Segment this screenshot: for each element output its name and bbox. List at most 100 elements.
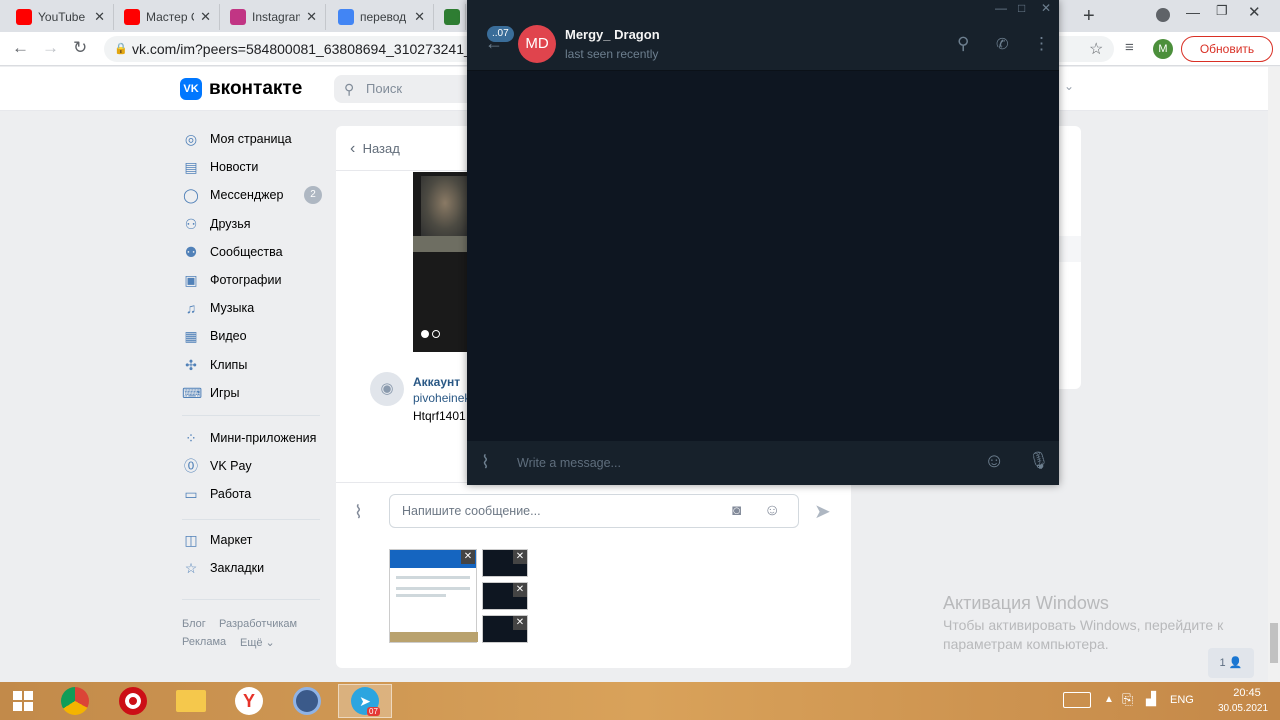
send-icon[interactable]: ➤ — [814, 499, 831, 524]
sidebar-item-vk-pay[interactable]: ⓪ VK Pay — [182, 454, 252, 478]
network-icon[interactable]: ⎘ — [1122, 691, 1133, 708]
microphone-icon[interactable]: 🎙 — [1028, 451, 1050, 471]
paperclip-icon[interactable]: ⌇ — [354, 502, 363, 523]
avatar[interactable]: M — [1153, 39, 1173, 59]
search-icon[interactable]: ⚲ — [957, 34, 969, 54]
bookmarks-icon: ☆ — [184, 560, 198, 577]
work-icon: ▭ — [184, 486, 198, 503]
back-button[interactable]: ‹ Назад — [350, 140, 400, 158]
taskbar-chrome[interactable] — [48, 684, 102, 718]
footer-link-more[interactable]: Ещё ⌄ — [240, 636, 275, 649]
friends-icon: ⚇ — [184, 215, 198, 232]
contact-name[interactable]: Mergy_ Dragon — [565, 27, 660, 42]
footer-link-developers[interactable]: Разработчикам — [219, 618, 297, 630]
sidebar-item-label: Моя страница — [210, 132, 292, 146]
reload-icon[interactable]: ↻ — [73, 38, 87, 58]
sidebar-item-friends[interactable]: ⚇ Друзья — [182, 212, 251, 236]
minimize-icon[interactable]: — — [1186, 4, 1200, 20]
back-arrow-icon[interactable]: ← — [12, 38, 29, 58]
tab-other[interactable] — [436, 4, 466, 30]
more-vertical-icon[interactable]: ⋮ — [1033, 34, 1050, 54]
sidebar-item-market[interactable]: ◫ Маркет — [182, 528, 252, 552]
message-input[interactable]: Write a message... — [517, 456, 621, 470]
windows-taskbar: Y ➤ 07 ▲ ⎘ ▟ ENG 20:45 30.05.2021 — [0, 682, 1280, 720]
language-indicator[interactable]: ENG — [1170, 694, 1194, 706]
search-input[interactable]: ⚲ Поиск — [334, 75, 474, 103]
sidebar-item-label: Игры — [210, 385, 240, 400]
tab-search-icon[interactable] — [1156, 8, 1170, 22]
close-icon[interactable]: ✕ — [513, 550, 527, 564]
vk-logo-icon[interactable]: VK — [180, 78, 202, 100]
sidebar-item-messenger[interactable]: ◯ Мессенджер — [182, 183, 283, 207]
camera-icon[interactable]: ◉ — [370, 372, 404, 406]
youtube-icon — [16, 9, 32, 25]
restore-icon[interactable]: ❐ — [1216, 3, 1228, 19]
message-photo[interactable] — [413, 172, 469, 352]
tab-youtube[interactable]: YouTube ✕ — [8, 4, 114, 30]
sidebar-item-video[interactable]: ▦ Видео — [182, 324, 246, 348]
online-counter[interactable]: 1 👤 — [1208, 648, 1254, 678]
sidebar-item-work[interactable]: ▭ Работа — [182, 482, 251, 506]
scrollbar[interactable] — [1268, 67, 1280, 682]
close-icon[interactable]: ✕ — [94, 9, 105, 25]
sidebar-item-clips[interactable]: ✣ Клипы — [182, 353, 247, 377]
taskbar-app[interactable] — [280, 684, 334, 718]
vk-logo-text[interactable]: вконтакте — [209, 78, 302, 100]
tab-instagram[interactable]: Instagram ✕ — [222, 4, 326, 30]
chevron-down-icon[interactable]: ⌄ — [1064, 79, 1074, 93]
taskbar-opera[interactable] — [106, 684, 160, 718]
start-button[interactable] — [0, 684, 46, 718]
close-icon[interactable]: ✕ — [1041, 1, 1051, 15]
forward-arrow-icon[interactable]: → — [42, 38, 59, 58]
carousel-dot-icon — [432, 330, 440, 338]
paperclip-icon[interactable]: ⌇ — [481, 452, 490, 473]
signal-icon[interactable]: ▟ — [1146, 691, 1156, 707]
sidebar-item-photos[interactable]: ▣ Фотографии — [182, 268, 281, 292]
clock-date[interactable]: 30.05.2021 — [1208, 703, 1278, 714]
google-icon — [338, 9, 354, 25]
message-input[interactable]: Напишите сообщение... ◙ ☺ — [389, 494, 799, 528]
close-window-icon[interactable]: ✕ — [1248, 3, 1261, 21]
maximize-icon[interactable]: □ — [1018, 1, 1025, 15]
messenger-icon: ◯ — [183, 187, 199, 204]
reading-list-icon[interactable]: ≡ — [1125, 39, 1134, 56]
close-icon[interactable]: ✕ — [306, 9, 317, 25]
emoji-icon[interactable]: ☺ — [984, 450, 1004, 473]
new-tab-button[interactable]: + — [1083, 5, 1095, 28]
update-button[interactable]: Обновить — [1181, 36, 1273, 62]
taskbar-telegram[interactable]: ➤ 07 — [338, 684, 392, 718]
footer-link-ads[interactable]: Реклама — [182, 636, 226, 648]
sidebar-item-news[interactable]: ▤ Новости — [182, 155, 258, 179]
close-icon[interactable]: ✕ — [414, 9, 425, 25]
taskbar-explorer[interactable] — [164, 684, 218, 718]
sidebar-item-communities[interactable]: ⚉ Сообщества — [182, 240, 283, 264]
sidebar-item-bookmarks[interactable]: ☆ Закладки — [182, 556, 264, 580]
sidebar-item-games[interactable]: ⌨ Игры — [182, 381, 239, 405]
taskbar-yandex[interactable]: Y — [222, 684, 276, 718]
sidebar-item-profile[interactable]: ◎ Моя страница — [182, 127, 292, 151]
carousel-dot-icon — [421, 330, 429, 338]
tab-master[interactable]: Мастер С✕ — [116, 4, 220, 30]
minimize-icon[interactable]: — — [995, 1, 1007, 15]
tab-translate[interactable]: перевод ✕ — [330, 4, 434, 30]
windows-icon — [13, 691, 33, 711]
avatar[interactable]: MD — [518, 25, 556, 63]
clock-time[interactable]: 20:45 — [1224, 687, 1270, 699]
chevron-up-icon[interactable]: ▲ — [1104, 694, 1114, 705]
close-icon[interactable]: ✕ — [513, 583, 527, 597]
star-icon[interactable]: ☆ — [1089, 39, 1103, 59]
message-sender[interactable]: Аккаунт — [413, 375, 460, 389]
close-icon[interactable]: ✕ — [200, 9, 211, 25]
news-icon: ▤ — [184, 159, 198, 176]
close-icon[interactable]: ✕ — [513, 616, 527, 630]
emoji-icon[interactable]: ☺ — [764, 495, 780, 527]
sidebar-item-mini-apps[interactable]: ⁘ Мини-приложения — [182, 426, 316, 450]
keyboard-icon[interactable] — [1063, 692, 1091, 708]
watermark-body: Чтобы активировать Windows, перейдите к … — [943, 617, 1224, 652]
footer-link-blog[interactable]: Блог — [182, 618, 206, 630]
yandex-icon: Y — [235, 687, 263, 715]
phone-icon[interactable]: ✆ — [996, 35, 1009, 53]
sidebar-item-music[interactable]: ♫ Музыка — [182, 296, 254, 320]
camera-icon[interactable]: ◙ — [732, 495, 741, 527]
close-icon[interactable]: ✕ — [461, 550, 475, 564]
